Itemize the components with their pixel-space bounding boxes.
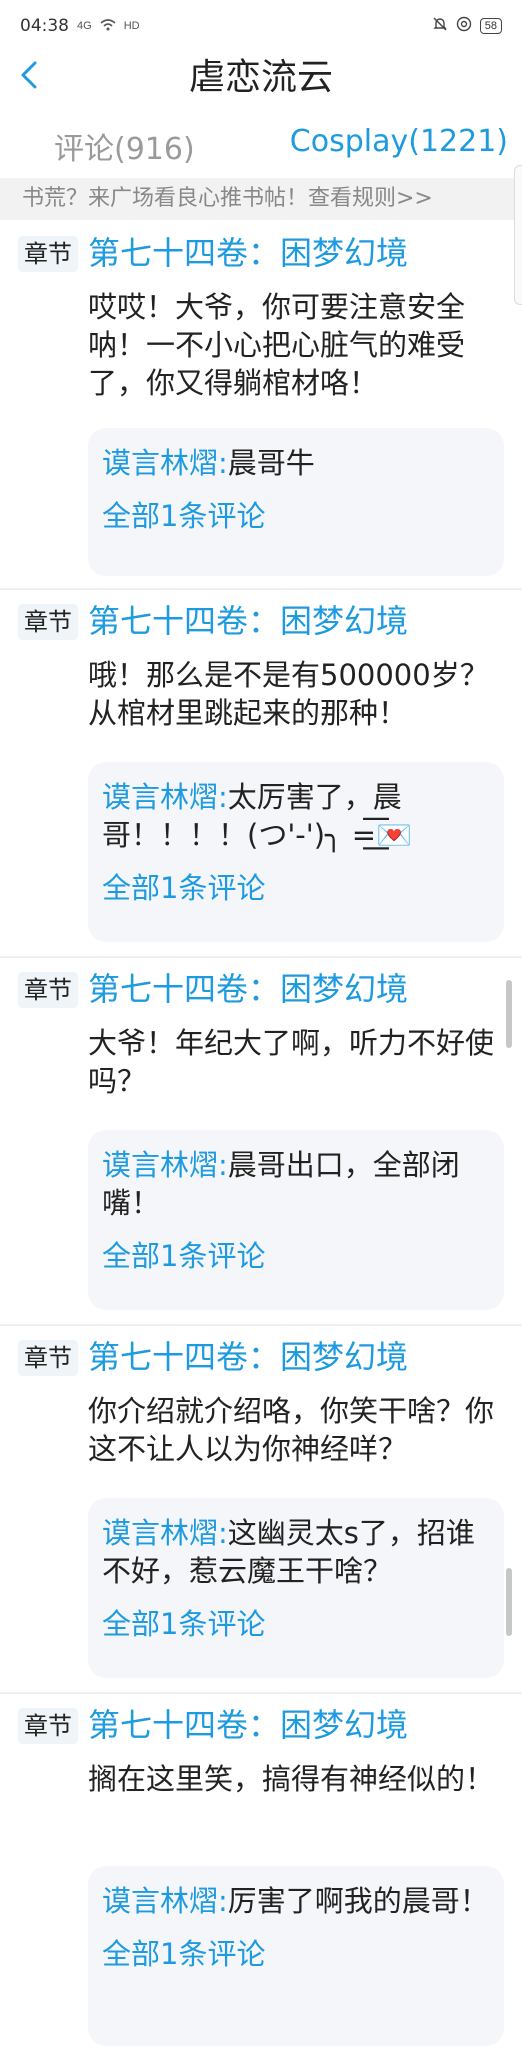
status-time: 04:38 (20, 16, 69, 36)
chapter-title[interactable]: 第七十四卷：困梦幻境 (88, 598, 408, 644)
reply-author[interactable]: 谟言林熠: (102, 1148, 228, 1182)
wifi-icon (100, 18, 116, 34)
status-bar: 04:38 4G HD 58 (0, 0, 522, 52)
reply-box[interactable]: 谟言林熠:太厉害了，晨哥！！！！(つ'-')╮ =͟͟͞͞💌 全部1条评论 (88, 762, 504, 942)
reply-author[interactable]: 谟言林熠: (102, 1884, 228, 1918)
reply-line: 谟言林熠:这幽灵太s了，招谁不好，惹云魔王干啥？ (102, 1514, 490, 1590)
chapter-title[interactable]: 第七十四卷：困梦幻境 (88, 230, 408, 276)
reply-box[interactable]: 谟言林熠:晨哥牛 全部1条评论 (88, 428, 504, 576)
reply-box[interactable]: 谟言林熠:这幽灵太s了，招谁不好，惹云魔王干啥？ 全部1条评论 (88, 1498, 504, 1678)
chapter-title[interactable]: 第七十四卷：困梦幻境 (88, 1334, 408, 1380)
silent-bell-icon (432, 16, 448, 36)
chapter-badge: 章节 (18, 1340, 78, 1376)
chapter-badge: 章节 (18, 604, 78, 640)
reply-text: 晨哥牛 (227, 446, 315, 480)
comment-feed: 章节 第七十四卷：困梦幻境 哎哎！大爷，你可要注意安全呐！一不小心把心脏气的难受… (0, 222, 522, 2048)
comment-card[interactable]: 章节 第七十四卷：困梦幻境 哎哎！大爷，你可要注意安全呐！一不小心把心脏气的难受… (0, 222, 522, 590)
view-all-replies-link[interactable]: 全部1条评论 (102, 1934, 490, 1974)
reply-box[interactable]: 谟言林熠:晨哥出口，全部闭嘴！ 全部1条评论 (88, 1130, 504, 1310)
chapter-badge: 章节 (18, 236, 78, 272)
reply-line: 谟言林熠:太厉害了，晨哥！！！！(つ'-')╮ =͟͟͞͞💌 (102, 778, 490, 854)
network-icon: 4G (77, 20, 92, 32)
chapter-badge: 章节 (18, 1708, 78, 1744)
status-right: 58 (432, 16, 502, 36)
comment-text: 哎哎！大爷，你可要注意安全呐！一不小心把心脏气的难受了，你又得躺棺材咯！ (88, 290, 466, 400)
comment-card[interactable]: 章节 第七十四卷：困梦幻境 你介绍就介绍咯，你笑干啥？你这不让人以为你神经咩？ … (0, 1326, 522, 1694)
view-all-replies-link[interactable]: 全部1条评论 (102, 868, 490, 908)
tab-cosplay[interactable]: Cosplay(1221) (290, 124, 508, 159)
comment-text: 哦！那么是不是有500000岁？从棺材里跳起来的那种！ (88, 658, 489, 730)
tab-comments[interactable]: 评论(916) (54, 124, 195, 168)
comment-text: 大爷！年纪大了啊，听力不好使吗？ (88, 1026, 495, 1098)
reply-text: 厉害了啊我的晨哥！ (227, 1884, 489, 1918)
reply-line: 谟言林熠:晨哥牛 (102, 444, 490, 482)
page-title: 虐恋流云 (188, 57, 333, 98)
chapter-badge: 章节 (18, 972, 78, 1008)
comment-card[interactable]: 章节 第七十四卷：困梦幻境 哦！那么是不是有500000岁？从棺材里跳起来的那种… (0, 590, 522, 958)
reply-line: 谟言林熠:晨哥出口，全部闭嘴！ (102, 1146, 490, 1222)
title-bar: 虐恋流云 (0, 52, 522, 107)
reply-box[interactable]: 谟言林熠:厉害了啊我的晨哥！ 全部1条评论 (88, 1866, 504, 2046)
hd-icon: HD (123, 20, 140, 32)
notice-banner[interactable]: 书荒？来广场看良心推书帖！查看规则>> › (0, 178, 522, 220)
battery-icon: 58 (479, 18, 502, 34)
reply-line: 谟言林熠:厉害了啊我的晨哥！ (102, 1882, 490, 1920)
chapter-title[interactable]: 第七十四卷：困梦幻境 (88, 1702, 408, 1748)
comment-card[interactable]: 章节 第七十四卷：困梦幻境 大爷！年纪大了啊，听力不好使吗？ 谟言林熠:晨哥出口… (0, 958, 522, 1326)
scrollbar-thumb[interactable] (506, 1568, 512, 1636)
scrollbar-thumb[interactable] (506, 980, 512, 1048)
reply-author[interactable]: 谟言林熠: (102, 446, 228, 480)
reply-author[interactable]: 谟言林熠: (102, 1516, 228, 1550)
reply-author[interactable]: 谟言林熠: (102, 780, 228, 814)
status-left: 04:38 4G HD (20, 16, 140, 36)
view-all-replies-link[interactable]: 全部1条评论 (102, 1236, 490, 1276)
view-all-replies-link[interactable]: 全部1条评论 (102, 496, 490, 536)
view-all-replies-link[interactable]: 全部1条评论 (102, 1604, 490, 1644)
notice-text: 书荒？来广场看良心推书帖！查看规则>> (22, 186, 433, 211)
chapter-title[interactable]: 第七十四卷：困梦幻境 (88, 966, 408, 1012)
comment-text: 你介绍就介绍咯，你笑干啥？你这不让人以为你神经咩？ (88, 1394, 495, 1466)
comment-card[interactable]: 章节 第七十四卷：困梦幻境 搁在这里笑，搞得有神经似的！ 谟言林熠:厉害了啊我的… (0, 1694, 522, 2048)
at-icon (456, 16, 472, 36)
tab-bar: 评论(916) Cosplay(1221) (0, 112, 522, 176)
comment-text: 搁在这里笑，搞得有神经似的！ (88, 1762, 495, 1796)
